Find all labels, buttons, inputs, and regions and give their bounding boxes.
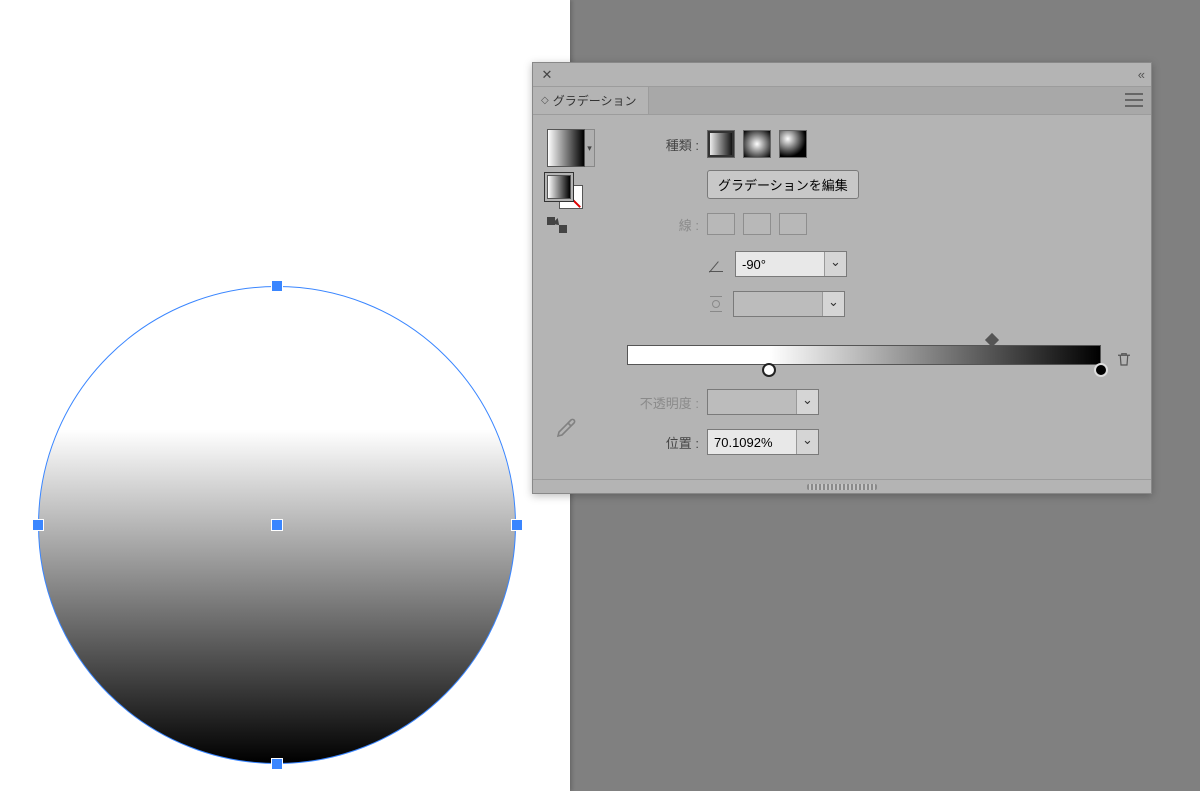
gradient-stop-white[interactable] xyxy=(762,363,776,377)
type-freeform-button[interactable] xyxy=(779,130,807,158)
fill-stroke-toggle[interactable] xyxy=(547,175,583,209)
type-label: 種類 : xyxy=(627,135,699,154)
tab-toggle-icon: ◇ xyxy=(541,95,549,106)
gradient-track[interactable] xyxy=(627,345,1101,365)
opacity-field xyxy=(707,389,819,415)
aspect-ratio-field xyxy=(733,291,845,317)
panel-titlebar[interactable]: ✕ « xyxy=(533,63,1151,87)
aspect-ratio-icon xyxy=(707,293,725,315)
angle-icon xyxy=(707,254,727,274)
selection-handle-center[interactable] xyxy=(272,520,282,530)
selection-handle-left[interactable] xyxy=(33,520,43,530)
artboard xyxy=(0,0,570,791)
stroke-grad-across-button[interactable] xyxy=(779,213,807,235)
stroke-grad-along-button[interactable] xyxy=(743,213,771,235)
location-dropdown[interactable] xyxy=(796,430,818,454)
opacity-dropdown xyxy=(796,390,818,414)
delete-stop-icon[interactable] xyxy=(1113,348,1135,370)
collapse-icon[interactable]: « xyxy=(1138,67,1145,82)
close-icon[interactable]: ✕ xyxy=(539,67,555,83)
panel-body: 種類 : グラデーションを編集 線 : xyxy=(533,115,1151,479)
stroke-label: 線 : xyxy=(627,215,699,234)
gradient-swatch-menu[interactable] xyxy=(585,129,595,167)
tab-label: グラデーション xyxy=(553,92,637,109)
selection-handle-bottom[interactable] xyxy=(272,759,282,769)
gradient-stop-black[interactable] xyxy=(1094,363,1108,377)
location-input[interactable] xyxy=(708,430,796,454)
selection-handle-right[interactable] xyxy=(512,520,522,530)
panel-tabbar: ◇ グラデーション xyxy=(533,87,1151,115)
edit-gradient-button[interactable]: グラデーションを編集 xyxy=(707,170,859,199)
stroke-grad-within-button[interactable] xyxy=(707,213,735,235)
gradient-swatch[interactable] xyxy=(547,129,585,167)
aspect-ratio-dropdown xyxy=(822,292,844,316)
location-label: 位置 : xyxy=(627,433,699,452)
angle-field[interactable] xyxy=(735,251,847,277)
opacity-input xyxy=(708,390,796,414)
angle-input[interactable] xyxy=(736,252,824,276)
angle-dropdown[interactable] xyxy=(824,252,846,276)
fill-swatch-gradient[interactable] xyxy=(547,175,571,199)
opacity-label: 不透明度 : xyxy=(627,393,699,412)
gradient-panel: ✕ « ◇ グラデーション 種類 : xyxy=(532,62,1152,494)
gradient-slider[interactable] xyxy=(627,339,1101,379)
tab-gradient[interactable]: ◇ グラデーション xyxy=(533,87,649,114)
selection-handle-top[interactable] xyxy=(272,281,282,291)
aspect-ratio-input xyxy=(734,292,822,316)
type-linear-button[interactable] xyxy=(707,130,735,158)
type-radial-button[interactable] xyxy=(743,130,771,158)
panel-menu-icon[interactable] xyxy=(1125,93,1143,107)
eyedropper-icon[interactable] xyxy=(555,415,579,439)
reverse-gradient-icon[interactable] xyxy=(547,217,567,233)
location-field[interactable] xyxy=(707,429,819,455)
panel-resize-grip[interactable] xyxy=(533,479,1151,493)
